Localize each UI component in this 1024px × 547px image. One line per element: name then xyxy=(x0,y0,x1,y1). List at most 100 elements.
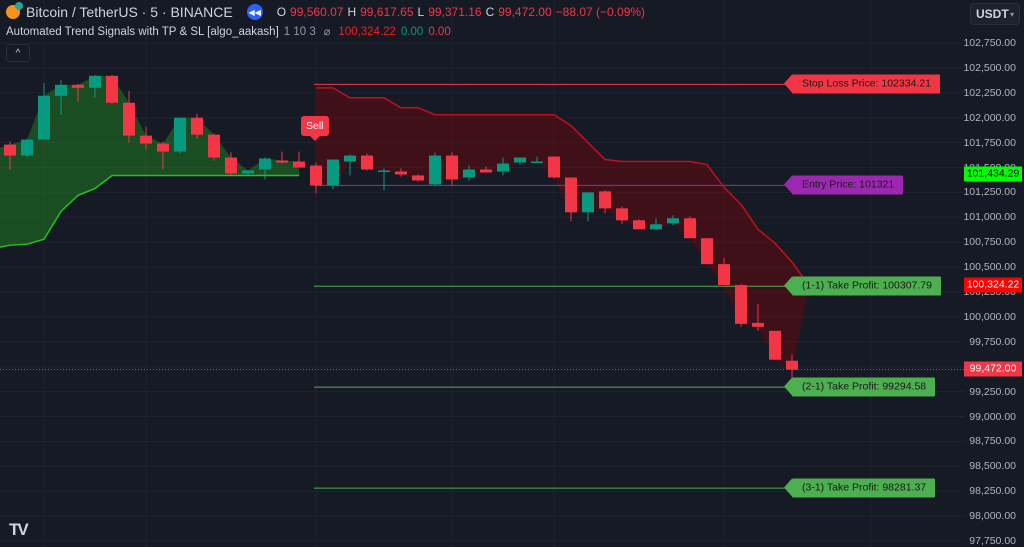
candle-down xyxy=(412,174,424,182)
candle-down xyxy=(293,151,305,168)
candle-body xyxy=(463,169,475,178)
level-tag: (2-1) Take Profit: 99294.58 xyxy=(783,377,936,397)
candle-body xyxy=(89,75,101,88)
candle-body xyxy=(55,84,67,96)
currency-select[interactable]: USDT ▾ xyxy=(970,3,1020,25)
tradingview-logo-icon[interactable]: TV xyxy=(9,520,29,540)
candle-body xyxy=(174,117,186,152)
ohlc-high-key: H xyxy=(347,5,357,19)
level-tag: (1-1) Take Profit: 100307.79 xyxy=(784,276,941,296)
candle-down xyxy=(735,284,747,327)
candle-body xyxy=(650,224,662,230)
candle-body xyxy=(616,208,628,221)
candle-body xyxy=(293,161,305,168)
symbol-header: Bitcoin / TetherUS · 5 · BINANCE ◀◀ O 99,… xyxy=(6,2,645,20)
indicator-value-3: 0.00 xyxy=(428,25,451,38)
candle-down xyxy=(633,219,645,230)
candle-down xyxy=(684,216,696,239)
candle-body xyxy=(786,360,798,370)
candle-body xyxy=(599,191,611,209)
collapse-legend-button[interactable]: ^ xyxy=(6,44,30,62)
candle-body xyxy=(718,264,730,286)
ohlc-low: 99,371.16 xyxy=(428,5,482,19)
ohlc-change: −88.07 (−0.09%) xyxy=(555,5,646,19)
candle-body xyxy=(4,144,16,156)
candle-body xyxy=(701,238,713,265)
indicator-params: 1 10 3 xyxy=(283,25,316,38)
candle-body xyxy=(191,117,203,135)
candle-body xyxy=(276,160,288,163)
candle-body xyxy=(344,155,356,162)
chevron-up-icon: ^ xyxy=(15,47,21,59)
axis-tick-label: 100,000.00 xyxy=(963,310,1016,323)
candle-body xyxy=(735,285,747,324)
ohlc-low-key: L xyxy=(417,5,425,19)
candle-body xyxy=(361,155,373,170)
price-axis-tag: 99,472.00 xyxy=(964,361,1022,377)
currency-label: USDT xyxy=(976,7,1009,21)
candle-down xyxy=(769,330,781,360)
candle-body xyxy=(548,156,560,178)
candle-body xyxy=(769,330,781,360)
level-tag: Stop Loss Price: 102334.21 xyxy=(783,74,941,94)
candle-body xyxy=(72,84,84,88)
candle-body xyxy=(106,75,118,103)
candle-body xyxy=(565,177,577,213)
candle-down xyxy=(565,177,577,222)
ohlc-open-key: O xyxy=(276,5,287,19)
candle-up xyxy=(429,152,441,186)
ohlc-close-key: C xyxy=(485,5,495,19)
candle-up xyxy=(327,159,339,190)
symbol-title[interactable]: Bitcoin / TetherUS · 5 · BINANCE xyxy=(26,4,233,20)
candle-body xyxy=(582,192,594,213)
candle-body xyxy=(752,322,764,327)
candle-body xyxy=(514,157,526,163)
candle-body xyxy=(327,159,339,186)
axis-tick-label: 101,250.00 xyxy=(963,186,1016,199)
indicator-value-2: 0.00 xyxy=(400,25,424,38)
candle-body xyxy=(378,170,390,172)
ohlc-high: 99,617.65 xyxy=(360,5,414,19)
price-axis-tag: 101,434.29 xyxy=(964,166,1022,182)
ohlc-values: O 99,560.07 H 99,617.65 L 99,371.16 C 99,472… xyxy=(277,5,645,19)
candle-body xyxy=(497,163,509,172)
candle-body xyxy=(157,143,169,152)
candle-body xyxy=(667,218,679,224)
candle-body xyxy=(259,158,271,170)
bitcoin-logo-icon xyxy=(6,2,23,19)
hidden-eye-icon[interactable]: ⌀ xyxy=(324,25,331,38)
candle-down xyxy=(106,74,118,104)
axis-tick-label: 99,250.00 xyxy=(969,385,1016,398)
sell-signal-label: Sell xyxy=(301,116,329,141)
replay-icon[interactable]: ◀◀ xyxy=(246,4,263,20)
candle-body xyxy=(480,169,492,173)
axis-tick-label: 98,750.00 xyxy=(969,435,1016,448)
candle-down xyxy=(310,162,322,194)
price-axis-tag: 100,324.22 xyxy=(964,277,1022,293)
indicator-legend[interactable]: Automated Trend Signals with TP & SL [al… xyxy=(6,25,451,39)
candle-up xyxy=(38,82,50,140)
candle-down xyxy=(701,238,713,265)
chevron-down-icon: ▾ xyxy=(1009,9,1014,19)
candle-body xyxy=(684,218,696,239)
candle-body xyxy=(140,135,152,144)
candle-down xyxy=(276,151,288,164)
candle-down xyxy=(361,153,373,171)
candle-body xyxy=(225,157,237,174)
axis-tick-label: 102,500.00 xyxy=(963,61,1016,74)
axis-tick-label: 97,750.00 xyxy=(969,535,1016,547)
axis-tick-label: 100,500.00 xyxy=(963,261,1016,274)
candle-body xyxy=(633,220,645,230)
axis-tick-label: 101,750.00 xyxy=(963,136,1016,149)
candle-body xyxy=(531,161,543,164)
indicator-value-1: 100,324.22 xyxy=(338,25,396,38)
axis-tick-label: 102,000.00 xyxy=(963,111,1016,124)
candle-body xyxy=(208,134,220,158)
ohlc-close: 99,472.00 xyxy=(498,5,552,19)
candle-body xyxy=(21,139,33,156)
indicator-name[interactable]: Automated Trend Signals with TP & SL [al… xyxy=(6,26,279,38)
axis-tick-label: 99,750.00 xyxy=(969,335,1016,348)
bearish-trend-fill xyxy=(316,87,809,370)
ohlc-open: 99,560.07 xyxy=(290,5,344,19)
candle-up xyxy=(21,138,33,158)
